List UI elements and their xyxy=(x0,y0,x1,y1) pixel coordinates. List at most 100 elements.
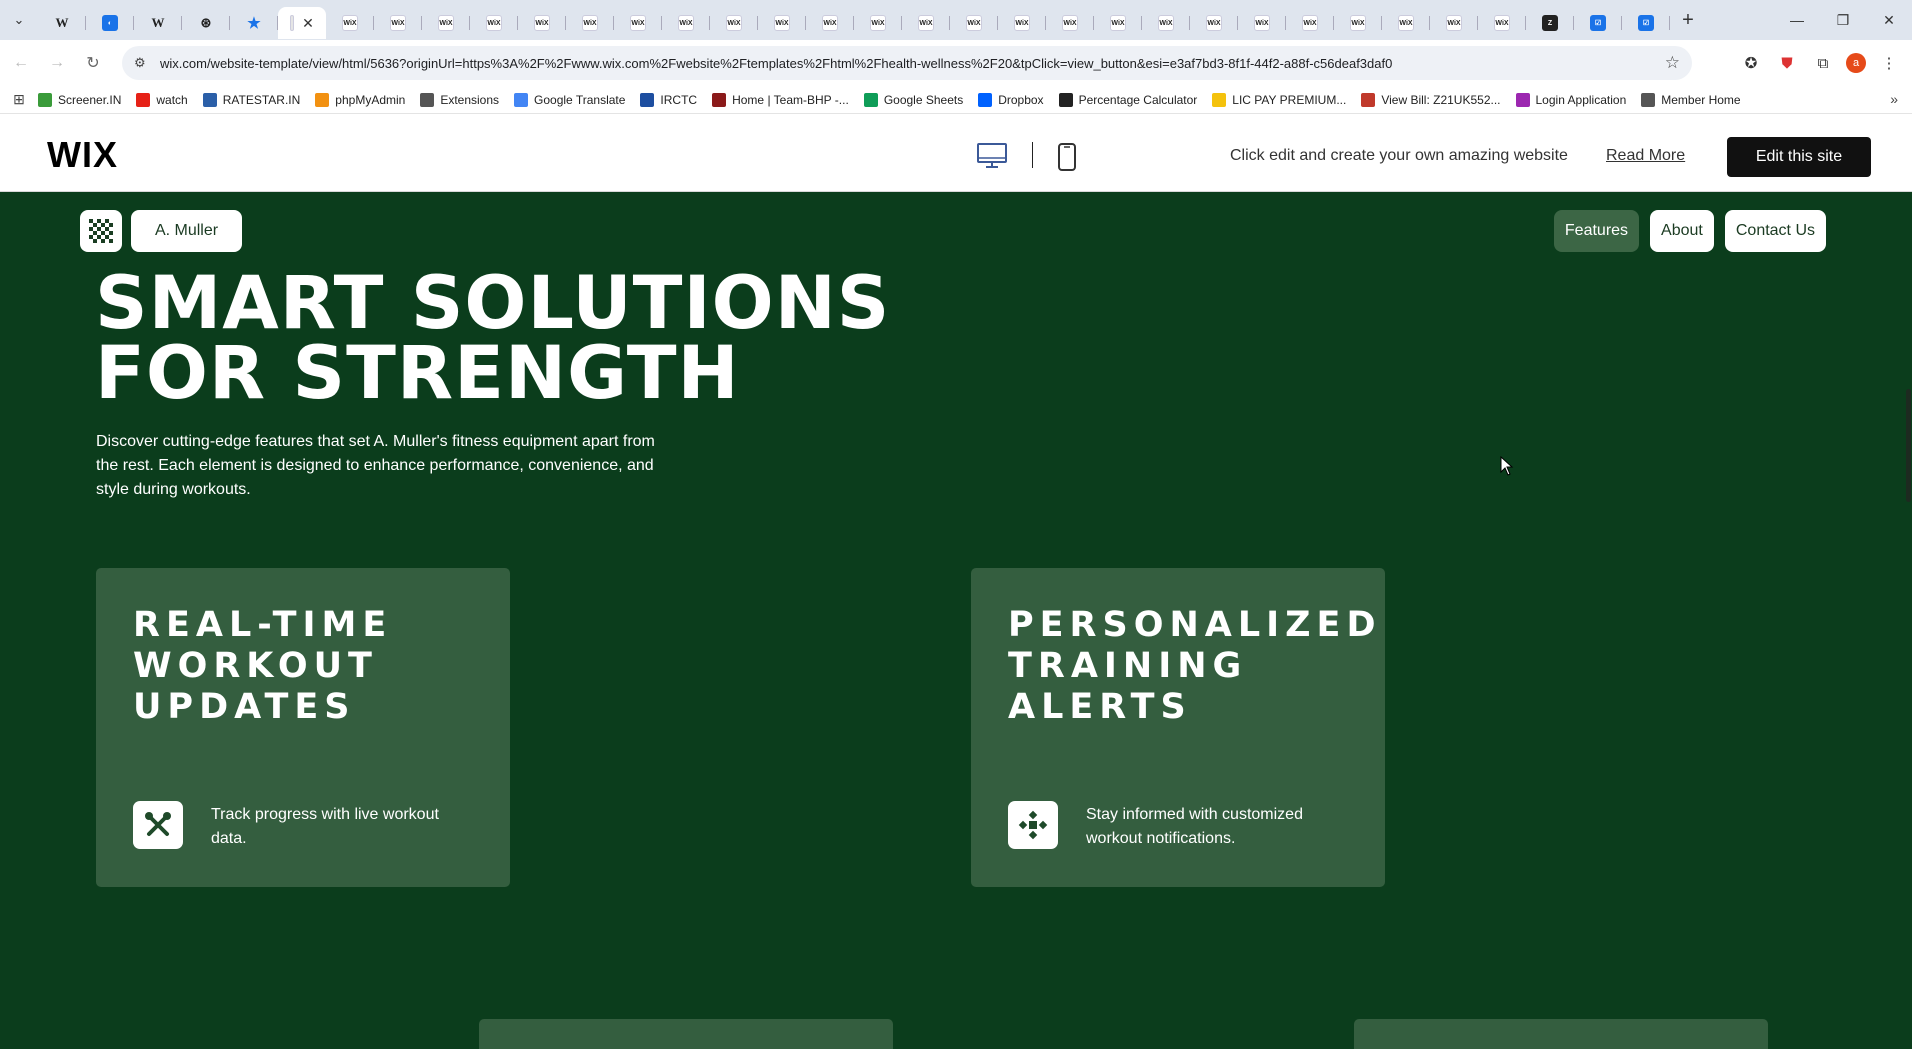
browser-tab[interactable]: WiX xyxy=(758,7,806,39)
nav-contact-us[interactable]: Contact Us xyxy=(1724,210,1826,252)
bookmark-item[interactable]: Percentage Calculator xyxy=(1058,92,1197,107)
browser-tab[interactable]: WiX xyxy=(566,7,614,39)
browser-tab[interactable]: ☑ xyxy=(1574,7,1622,39)
browser-menu-icon[interactable]: ⋮ xyxy=(1876,48,1902,78)
bookmark-item[interactable]: watch xyxy=(136,92,188,107)
wix-icon: WiX xyxy=(1302,15,1318,31)
site-info-icon[interactable]: ⚙ xyxy=(134,55,156,71)
browser-tab[interactable]: WiX xyxy=(1334,7,1382,39)
browser-tab[interactable]: WiX xyxy=(1478,7,1526,39)
bookmark-item[interactable]: Google Translate xyxy=(514,92,626,107)
read-more-link[interactable]: Read More xyxy=(1606,147,1685,165)
browser-tab[interactable]: WiX xyxy=(1094,7,1142,39)
browser-tab[interactable]: Z xyxy=(1526,7,1574,39)
restore-icon[interactable]: ❐ xyxy=(1820,0,1866,40)
wix-icon: WiX xyxy=(630,15,646,31)
bookmark-item[interactable]: phpMyAdmin xyxy=(315,92,405,107)
bookmark-star-icon[interactable]: ☆ xyxy=(1665,53,1680,73)
wix-icon: WiX xyxy=(726,15,742,31)
browser-tab[interactable]: WiX xyxy=(902,7,950,39)
bookmark-item[interactable]: Login Application xyxy=(1515,92,1626,107)
brand-name[interactable]: A. Muller xyxy=(131,210,242,252)
bookmark-item[interactable]: IRCTC xyxy=(640,92,697,107)
wix-icon: WiX xyxy=(1494,15,1510,31)
browser-tab[interactable]: ✕ xyxy=(278,7,326,39)
hero-title-line-1: SMART SOLUTIONS xyxy=(95,261,891,346)
browser-tab[interactable]: WiX xyxy=(710,7,758,39)
browser-tab[interactable]: WiX xyxy=(1382,7,1430,39)
reload-icon[interactable]: ↻ xyxy=(78,48,108,78)
bookmark-item[interactable]: Extensions xyxy=(420,92,499,107)
extensions-puzzle-icon[interactable]: ⧉ xyxy=(1810,48,1836,78)
browser-tab[interactable]: W xyxy=(38,7,86,39)
browser-tab[interactable]: WiX xyxy=(614,7,662,39)
browser-tab[interactable]: WiX xyxy=(422,7,470,39)
bookmark-item[interactable]: Google Sheets xyxy=(863,92,964,107)
browser-tab[interactable]: WiX xyxy=(1190,7,1238,39)
url-field[interactable]: ⚙ wix.com/website-template/view/html/563… xyxy=(122,46,1692,80)
card-title-line: PERSONALIZED xyxy=(1008,605,1382,645)
mobile-view-icon[interactable] xyxy=(1058,143,1076,171)
bookmark-item[interactable]: Member Home xyxy=(1641,92,1741,107)
bookmark-label: LIC PAY PREMIUM... xyxy=(1232,92,1347,107)
browser-tab[interactable]: ★ xyxy=(230,7,278,39)
browser-tab[interactable]: ⊛ xyxy=(182,7,230,39)
browser-tab[interactable]: WiX xyxy=(950,7,998,39)
browser-tab[interactable]: WiX xyxy=(374,7,422,39)
browser-tab[interactable]: WiX xyxy=(326,7,374,39)
profile-avatar[interactable]: a xyxy=(1846,53,1866,73)
bookmark-item[interactable]: LIC PAY PREMIUM... xyxy=(1212,92,1347,107)
bookmark-item[interactable]: View Bill: Z21UK552... xyxy=(1361,92,1501,107)
url-text[interactable]: wix.com/website-template/view/html/5636?… xyxy=(160,56,1392,71)
browser-tab[interactable]: WiX xyxy=(1286,7,1334,39)
browser-tab[interactable]: WiX xyxy=(1430,7,1478,39)
bookmark-label: Member Home xyxy=(1661,92,1741,107)
scrollbar-thumb[interactable] xyxy=(1906,389,1911,502)
wix-icon: WiX xyxy=(1350,15,1366,31)
more-bookmarks-icon[interactable]: » xyxy=(1890,91,1898,107)
close-window-icon[interactable]: ✕ xyxy=(1866,0,1912,40)
extension-globe-icon[interactable]: ✪ xyxy=(1738,48,1764,78)
bookmark-label: Google Sheets xyxy=(883,92,964,107)
browser-tab[interactable]: W xyxy=(134,7,182,39)
browser-tab[interactable]: ☑ xyxy=(1622,7,1670,39)
bookmark-item[interactable]: Home | Team-BHP -... xyxy=(712,92,849,107)
wix-logo[interactable]: WIX xyxy=(47,134,118,176)
page-scrollbar[interactable] xyxy=(1904,193,1912,1040)
browser-tab[interactable]: WiX xyxy=(470,7,518,39)
edit-site-button[interactable]: Edit this site xyxy=(1727,137,1871,177)
bookmark-item[interactable]: Screener.IN xyxy=(38,92,121,107)
apps-grid-icon[interactable]: ⊞ xyxy=(0,91,38,108)
ratestar-icon xyxy=(202,92,217,107)
nav-about[interactable]: About xyxy=(1650,210,1714,252)
card-description: Track progress with live workout data. xyxy=(211,806,439,847)
nav-features[interactable]: Features xyxy=(1553,210,1640,252)
move-icon xyxy=(1008,801,1058,849)
new-tab-button[interactable]: + xyxy=(1670,0,1706,40)
forward-icon[interactable]: → xyxy=(42,48,72,78)
globe-icon: ◐ xyxy=(102,15,118,31)
browser-tab[interactable]: WiX xyxy=(854,7,902,39)
browser-tab[interactable]: WiX xyxy=(518,7,566,39)
card-title-line: WORKOUT xyxy=(133,646,378,686)
browser-tab[interactable]: WiX xyxy=(1046,7,1094,39)
tab-close-icon[interactable]: ✕ xyxy=(302,15,314,32)
wix-icon: WiX xyxy=(342,15,358,31)
bookmark-label: Google Translate xyxy=(534,92,626,107)
site-logo[interactable] xyxy=(80,210,122,252)
wix-icon: WiX xyxy=(486,15,502,31)
browser-tab[interactable]: WiX xyxy=(662,7,710,39)
minimize-icon[interactable]: — xyxy=(1774,0,1820,40)
browser-tab[interactable]: WiX xyxy=(806,7,854,39)
bookmark-item[interactable]: Dropbox xyxy=(978,92,1044,107)
bookmark-item[interactable]: RATESTAR.IN xyxy=(202,92,300,107)
browser-tab[interactable]: WiX xyxy=(998,7,1046,39)
tab-strip: ⌄ W ◐ W ⊛ ★ ✕ WiX WiX WiX WiX WiX WiX WiX WiX WiX WiX Wi… xyxy=(0,0,1912,40)
extension-shield-icon[interactable]: ⛊ xyxy=(1774,48,1800,78)
tab-search-chevron-icon[interactable]: ⌄ xyxy=(0,0,38,40)
back-icon[interactable]: ← xyxy=(6,48,36,78)
browser-tab[interactable]: WiX xyxy=(1238,7,1286,39)
desktop-view-icon[interactable] xyxy=(977,143,1007,169)
browser-tab[interactable]: ◐ xyxy=(86,7,134,39)
browser-tab[interactable]: WiX xyxy=(1142,7,1190,39)
